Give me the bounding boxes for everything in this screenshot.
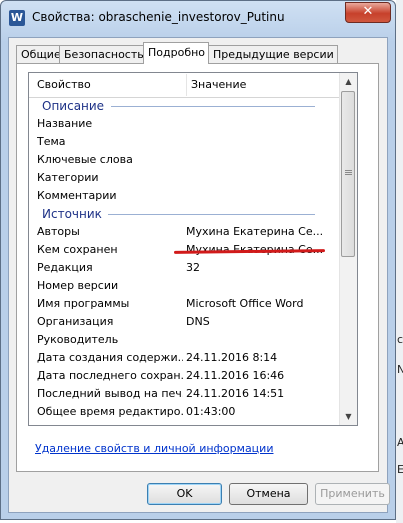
list-item[interactable]: Редакция 32: [29, 259, 340, 277]
scroll-up-icon[interactable]: ▲: [340, 73, 357, 90]
list-item[interactable]: Категории: [29, 169, 340, 187]
list-item[interactable]: Комментарии: [29, 187, 340, 205]
group-description: Описание: [29, 97, 340, 115]
ok-button[interactable]: OK: [147, 483, 222, 505]
thumb-grip: [345, 174, 352, 175]
list-header: Свойство Значение: [29, 73, 340, 98]
title-bar[interactable]: W Свойства: obraschenie_investorov_Putin…: [1, 1, 395, 35]
property-value: Microsoft Office Word: [186, 297, 304, 310]
property-name: Дата создания содержи...: [37, 351, 183, 364]
property-name: Дата последнего сохран...: [37, 369, 183, 382]
property-value: 32: [186, 261, 200, 274]
list-item[interactable]: Номер версии: [29, 277, 340, 295]
list-item[interactable]: Авторы Мухина Екатерина Се...: [29, 223, 340, 241]
scroll-down-icon[interactable]: ▼: [340, 408, 357, 425]
property-name: Авторы: [37, 225, 80, 238]
property-value: 01:43:00: [186, 405, 236, 418]
vertical-scrollbar[interactable]: ▲ ▼: [339, 73, 357, 425]
group-label: Описание: [42, 99, 105, 113]
property-name: Комментарии: [37, 189, 117, 202]
close-icon: ✕: [362, 4, 374, 19]
property-name: Название: [37, 117, 93, 130]
list-item[interactable]: Организация DNS: [29, 313, 340, 331]
list-item[interactable]: Руководитель: [29, 331, 340, 349]
thumb-grip: [345, 172, 352, 173]
cancel-button[interactable]: Отмена: [229, 483, 308, 505]
property-value: Мухина Екатерина Се...: [186, 225, 324, 238]
group-divider: [111, 106, 315, 107]
group-label: Источник: [42, 207, 102, 221]
list-item[interactable]: Общее время редактиро... 01:43:00: [29, 403, 340, 421]
property-name: Номер версии: [37, 279, 119, 292]
property-name: Руководитель: [37, 333, 119, 346]
property-name: Кем сохранен: [37, 243, 118, 256]
remove-properties-link[interactable]: Удаление свойств и личной информации: [35, 442, 273, 455]
list-item[interactable]: Имя программы Microsoft Office Word: [29, 295, 340, 313]
property-name: Тема: [37, 135, 66, 148]
property-name: Категории: [37, 171, 99, 184]
tab-details[interactable]: Подробно: [143, 42, 209, 64]
list-item[interactable]: Дата создания содержи... 24.11.2016 8:14: [29, 349, 340, 367]
list-rows: Описание Название Тема Ключевые слова Ка…: [29, 97, 340, 421]
properties-dialog: W Свойства: obraschenie_investorov_Putin…: [0, 0, 396, 520]
property-name: Имя программы: [37, 297, 130, 310]
property-value: 24.11.2016 16:46: [186, 369, 285, 382]
property-name: Последний вывод на печ...: [37, 387, 183, 400]
word-document-icon: W: [9, 10, 25, 26]
dialog-body: Общие Безопасность Подробно Предыдущие в…: [8, 37, 390, 513]
property-name: Организация: [37, 315, 114, 328]
property-value: DNS: [186, 315, 210, 328]
background-text: c: [397, 333, 403, 346]
property-value: 24.11.2016 14:51: [186, 387, 285, 400]
list-item[interactable]: Последний вывод на печ... 24.11.2016 14:5…: [29, 385, 340, 403]
property-name: Ключевые слова: [37, 153, 133, 166]
list-item[interactable]: Тема: [29, 133, 340, 151]
tab-security[interactable]: Безопасность: [59, 45, 144, 63]
tab-general[interactable]: Общие: [16, 45, 61, 63]
window-title: Свойства: obraschenie_investorov_Putinu: [32, 10, 285, 24]
property-value: 24.11.2016 8:14: [186, 351, 278, 364]
list-item[interactable]: Ключевые слова: [29, 151, 340, 169]
list-item[interactable]: Дата последнего сохран... 24.11.2016 16:4…: [29, 367, 340, 385]
group-divider: [108, 214, 315, 215]
thumb-grip: [345, 170, 352, 171]
list-item[interactable]: Название: [29, 115, 340, 133]
background-text: A: [397, 436, 403, 449]
property-name: Редакция: [37, 261, 93, 274]
background-text: E: [397, 463, 403, 476]
scrollbar-thumb[interactable]: [341, 91, 355, 257]
apply-button[interactable]: Применить: [315, 483, 390, 505]
tab-previous-versions[interactable]: Предыдущие версии: [208, 45, 338, 63]
close-button[interactable]: ✕: [345, 2, 391, 23]
group-source: Источник: [29, 205, 340, 223]
background-text: N: [397, 363, 403, 376]
column-header-value[interactable]: Значение: [186, 74, 246, 96]
property-name: Общее время редактиро...: [37, 405, 183, 418]
column-header-property[interactable]: Свойство: [37, 74, 91, 96]
